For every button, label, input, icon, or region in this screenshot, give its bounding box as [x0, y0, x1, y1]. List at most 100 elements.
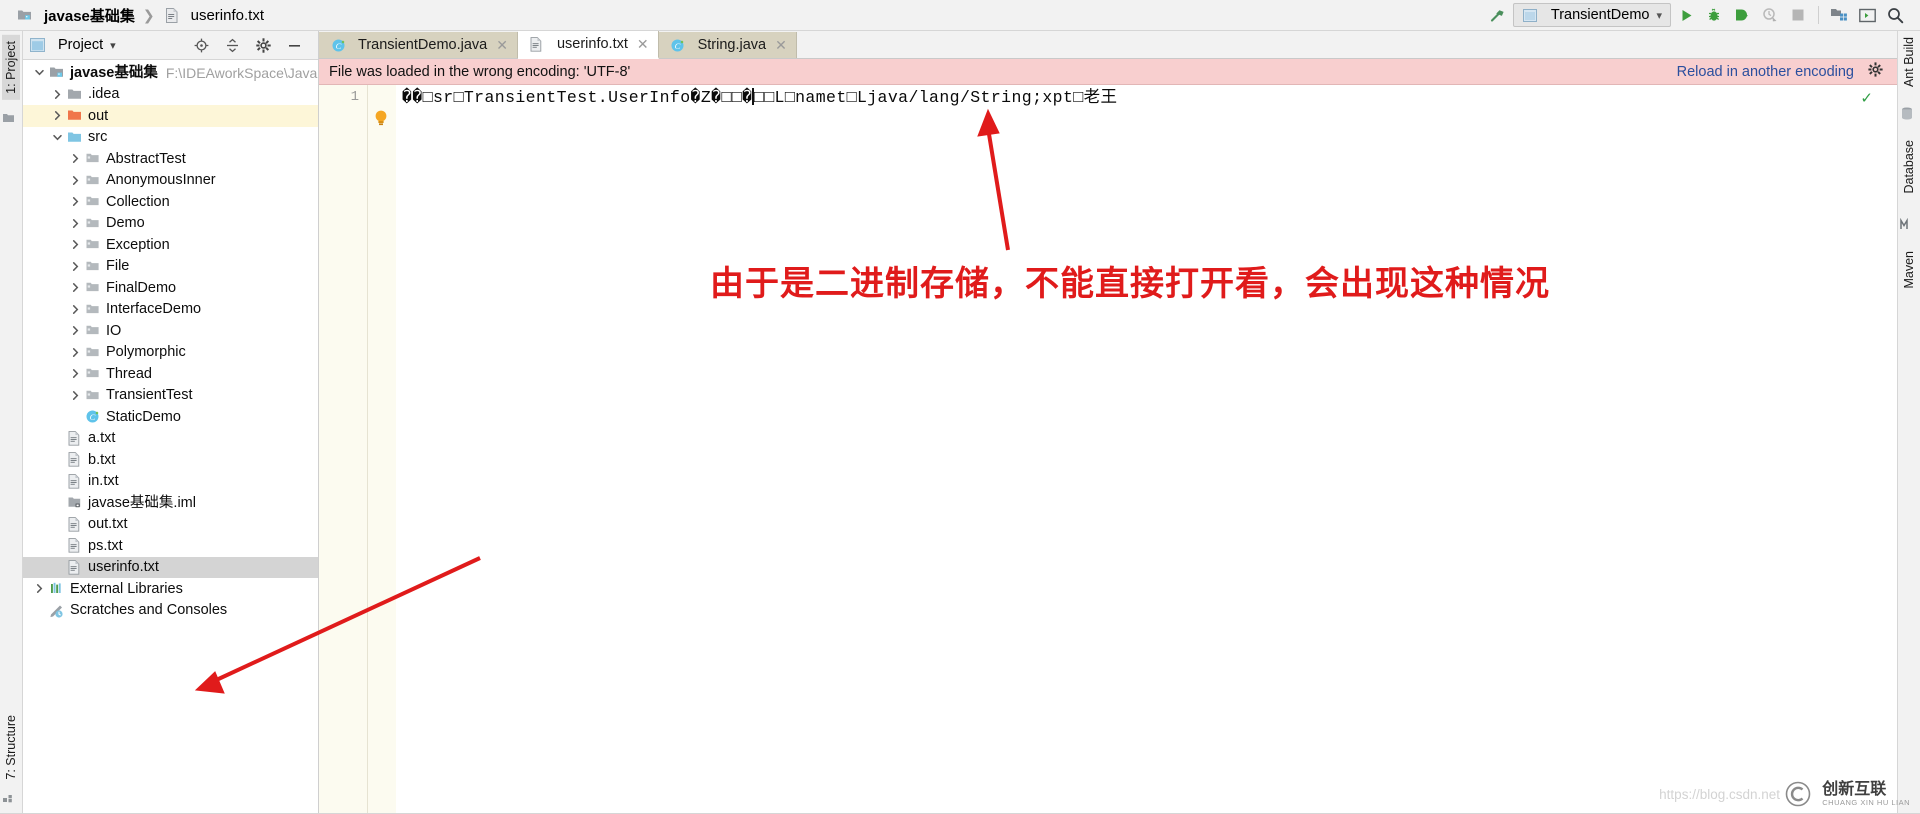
project-tree[interactable]: javase基础集 F:\IDEAworkSpace\JavaSE重点 .idea o… — [23, 60, 318, 814]
chevron-down-icon[interactable] — [33, 66, 46, 79]
tree-item-label: Demo — [106, 215, 145, 231]
debug-icon[interactable] — [1701, 3, 1727, 27]
tree-item-src[interactable]: src — [23, 127, 318, 149]
intention-bulb-column — [368, 85, 396, 814]
editor-tab-string-java[interactable]: C String.java ✕ — [658, 32, 797, 58]
editor-tab-label: String.java — [697, 37, 767, 53]
run-with-coverage-icon[interactable] — [1729, 3, 1755, 27]
search-everywhere-icon[interactable] — [1882, 3, 1908, 27]
collapse-all-icon[interactable] — [224, 37, 241, 54]
tool-window-structure[interactable]: 7: Structure — [4, 715, 18, 780]
tree-item-label: TransientTest — [106, 387, 193, 403]
tree-item-abstracttest[interactable]: AbstractTest — [23, 148, 318, 170]
tool-window-project[interactable]: 1: Project — [2, 35, 20, 100]
project-structure-icon[interactable] — [1826, 3, 1852, 27]
brand-name: 创新互联 — [1822, 780, 1887, 798]
chevron-right-icon[interactable] — [69, 324, 82, 337]
chevron-right-icon[interactable] — [69, 367, 82, 380]
tree-item-thread[interactable]: Thread — [23, 363, 318, 385]
tree-item-b-txt[interactable]: b.txt — [23, 449, 318, 471]
tree-item-label: Scratches and Consoles — [70, 602, 228, 618]
breadcrumb-file[interactable]: userinfo.txt — [163, 7, 264, 24]
project-panel-title[interactable]: Project ▾ — [29, 37, 116, 54]
editor-tab-transientdemo-java[interactable]: C TransientDemo.java ✕ — [319, 32, 518, 58]
editor-scrollbar[interactable] — [1883, 85, 1897, 814]
chevron-right-icon[interactable] — [51, 109, 64, 122]
chevron-down-icon[interactable] — [51, 131, 64, 144]
run-configuration-selector[interactable]: TransientDemo ▾ — [1512, 3, 1671, 27]
hammer-icon[interactable] — [1485, 3, 1511, 27]
tree-item-a-txt[interactable]: a.txt — [23, 428, 318, 450]
inspection-ok-icon[interactable]: ✓ — [1860, 89, 1873, 107]
favorites-icon[interactable] — [0, 110, 17, 127]
tool-window-database[interactable]: Database — [1902, 140, 1916, 194]
tree-item-idea[interactable]: .idea — [23, 84, 318, 106]
tree-item-staticdemo[interactable]: C StaticDemo — [23, 406, 318, 428]
tree-item-label: userinfo.txt — [88, 559, 159, 575]
chevron-right-icon[interactable] — [69, 346, 82, 359]
tree-item-file[interactable]: File — [23, 256, 318, 278]
run-icon[interactable] — [1673, 3, 1699, 27]
tree-item-out[interactable]: out — [23, 105, 318, 127]
folder-blue-icon — [66, 129, 83, 146]
locate-icon[interactable] — [193, 37, 210, 54]
settings-gear-icon[interactable] — [255, 37, 272, 54]
editor-tab-label: userinfo.txt — [556, 36, 628, 52]
tool-window-maven[interactable]: Maven — [1902, 251, 1916, 289]
chevron-right-icon[interactable] — [69, 195, 82, 208]
chevron-right-icon[interactable] — [33, 582, 46, 595]
editor-tabs[interactable]: C TransientDemo.java ✕ userinfo.txt ✕ C String… — [319, 31, 1897, 59]
chevron-right-icon[interactable] — [69, 281, 82, 294]
tree-item-external-libraries[interactable]: External Libraries — [23, 578, 318, 600]
editor-tab-userinfo-txt[interactable]: userinfo.txt ✕ — [517, 31, 659, 59]
database-icon[interactable] — [1898, 105, 1915, 122]
intention-bulb-icon[interactable] — [373, 109, 389, 131]
more-tool-windows-icon[interactable] — [0, 789, 17, 806]
ide-window: javase基础集 ❯ userinfo.txt TransientDemo ▾ — [0, 0, 1920, 814]
tree-item-interfacedemo[interactable]: InterfaceDemo — [23, 299, 318, 321]
tree-item-scratches-and-consoles[interactable]: Scratches and Consoles — [23, 600, 318, 622]
terminal-icon[interactable] — [1854, 3, 1880, 27]
text-file-icon — [66, 516, 83, 533]
project-panel-dropdown-icon[interactable]: ▾ — [110, 39, 116, 52]
gear-icon[interactable] — [1868, 62, 1883, 81]
tree-item-io[interactable]: IO — [23, 320, 318, 342]
folder-package-icon — [84, 322, 101, 339]
tree-item-demo[interactable]: Demo — [23, 213, 318, 235]
top-bar: javase基础集 ❯ userinfo.txt TransientDemo ▾ — [0, 0, 1920, 31]
tree-item-in-txt[interactable]: in.txt — [23, 471, 318, 493]
chevron-right-icon[interactable] — [69, 238, 82, 251]
tool-window-ant-build[interactable]: Ant Build — [1902, 37, 1916, 87]
tree-item-transienttest[interactable]: TransientTest — [23, 385, 318, 407]
chevron-right-icon[interactable] — [69, 303, 82, 316]
breadcrumb-project[interactable]: javase基础集 — [16, 5, 135, 26]
close-tab-icon[interactable]: ✕ — [496, 37, 508, 54]
tree-item-javase-iml[interactable]: javase基础集.iml — [23, 492, 318, 514]
tree-item-polymorphic[interactable]: Polymorphic — [23, 342, 318, 364]
close-tab-icon[interactable]: ✕ — [775, 37, 787, 54]
code-editor[interactable]: 1 ��□sr□TransientTest.UserInfo�Z�□□�□□L□… — [319, 85, 1897, 814]
chevron-right-icon[interactable] — [69, 174, 82, 187]
text-file-icon — [66, 430, 83, 447]
close-tab-icon[interactable]: ✕ — [637, 36, 649, 53]
tree-item-out-txt[interactable]: out.txt — [23, 514, 318, 536]
scratches-icon — [48, 602, 65, 619]
maven-icon[interactable] — [1898, 216, 1915, 233]
hide-window-icon[interactable] — [286, 37, 303, 54]
reload-encoding-link[interactable]: Reload in another encoding — [1677, 64, 1854, 80]
encoding-warning-banner: File was loaded in the wrong encoding: '… — [319, 59, 1897, 85]
chevron-right-icon[interactable] — [69, 152, 82, 165]
tree-item-javase[interactable]: javase基础集 F:\IDEAworkSpace\JavaSE重点 — [23, 62, 318, 84]
chevron-right-icon[interactable] — [51, 88, 64, 101]
tree-item-ps-txt[interactable]: ps.txt — [23, 535, 318, 557]
text-file-icon — [529, 36, 546, 53]
tree-item-exception[interactable]: Exception — [23, 234, 318, 256]
code-content[interactable]: ��□sr□TransientTest.UserInfo�Z�□□�□□L□na… — [396, 85, 1883, 814]
tree-item-finaldemo[interactable]: FinalDemo — [23, 277, 318, 299]
tree-item-anonymousinner[interactable]: AnonymousInner — [23, 170, 318, 192]
chevron-right-icon[interactable] — [69, 260, 82, 273]
chevron-right-icon[interactable] — [69, 389, 82, 402]
tree-item-collection[interactable]: Collection — [23, 191, 318, 213]
tree-item-userinfo-txt[interactable]: userinfo.txt — [23, 556, 318, 578]
chevron-right-icon[interactable] — [69, 217, 82, 230]
